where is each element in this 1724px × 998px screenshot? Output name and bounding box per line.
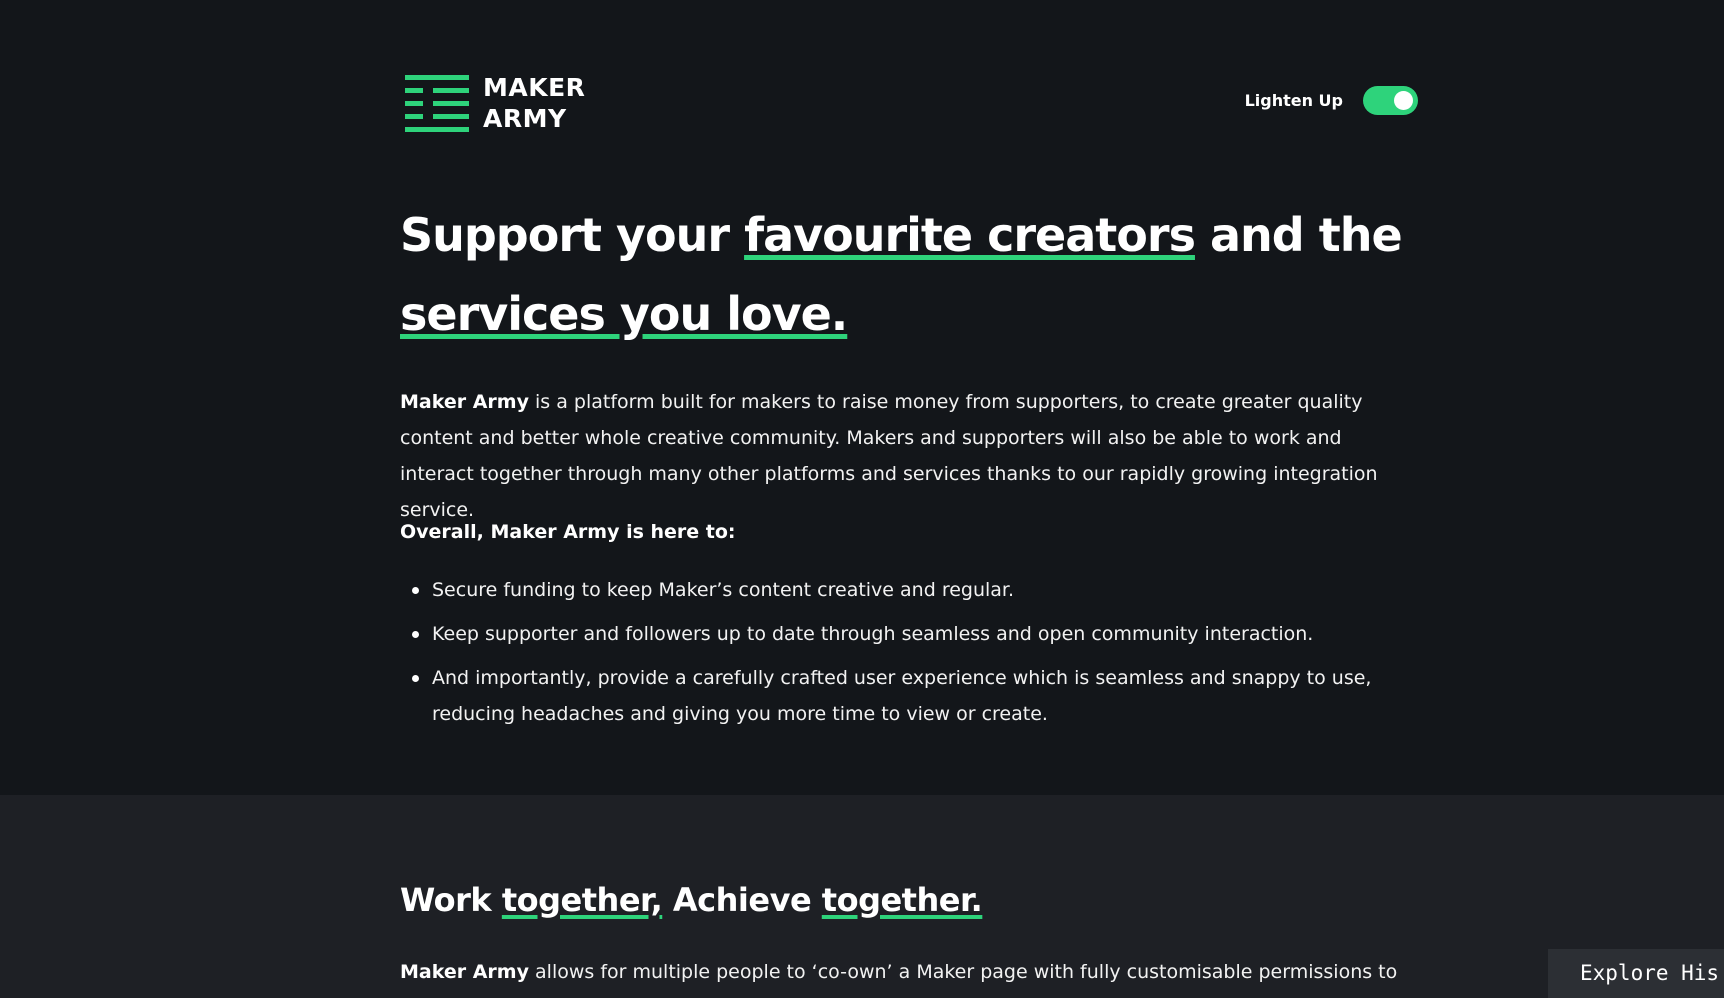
headline-text: Support your — [400, 208, 745, 262]
overall-heading: Overall, Maker Army is here to: — [400, 521, 736, 543]
intro-paragraph: Maker Army is a platform built for maker… — [400, 384, 1420, 528]
headline-highlight-services: services you love. — [400, 287, 848, 341]
feature-list: Secure funding to keep Maker’s content c… — [400, 572, 1432, 740]
intro-brand: Maker Army — [400, 391, 529, 413]
theme-toggle[interactable] — [1363, 86, 1418, 115]
logo-text: MAKER ARMY — [483, 72, 585, 134]
explore-button[interactable]: Explore His — [1548, 949, 1724, 998]
toggle-knob — [1394, 91, 1413, 110]
section-title-highlight: together. — [821, 881, 983, 919]
theme-toggle-group: Lighten Up — [1245, 86, 1418, 115]
list-item: Keep supporter and followers up to date … — [412, 616, 1432, 652]
section-title-text: Work — [400, 881, 502, 919]
section-title: Work together, Achieve together. — [400, 876, 983, 924]
logo-bars-icon — [405, 73, 469, 133]
list-item: Secure funding to keep Maker’s content c… — [412, 572, 1432, 608]
headline-text: and the — [1194, 208, 1403, 262]
section-text: allows for multiple people to ‘co-own’ a… — [528, 961, 1398, 983]
section-title-highlight: together, — [501, 881, 663, 919]
section-title-text: Achieve — [662, 881, 822, 919]
logo-line-1: MAKER — [483, 73, 586, 102]
list-item: And importantly, provide a carefully cra… — [412, 660, 1432, 732]
headline-highlight-creators: favourite creators — [744, 208, 1196, 262]
toggle-label: Lighten Up — [1244, 91, 1343, 110]
logo-line-2: ARMY — [483, 104, 567, 133]
section-paragraph: Maker Army allows for multiple people to… — [400, 954, 1420, 990]
page-headline: Support your favourite creators and the … — [400, 196, 1430, 354]
intro-text: is a platform built for makers to raise … — [400, 391, 1378, 521]
logo[interactable]: MAKER ARMY — [405, 72, 585, 134]
section-brand: Maker Army — [400, 961, 529, 983]
